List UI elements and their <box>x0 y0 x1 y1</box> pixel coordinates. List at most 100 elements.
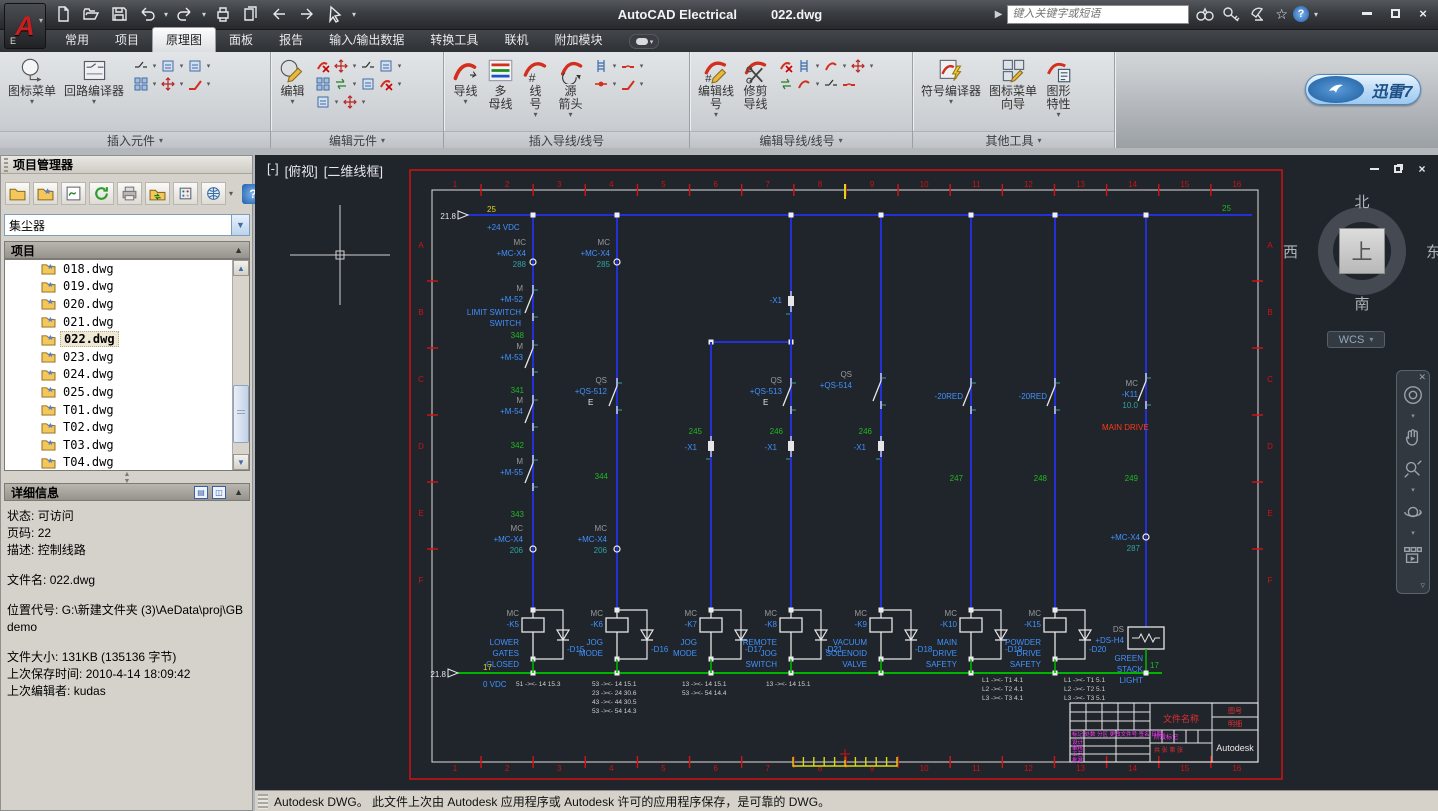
tab-conversion-tools[interactable]: 转换工具 <box>417 28 491 52</box>
dot-tee-marker-icon[interactable] <box>592 75 610 92</box>
tab-project[interactable]: 项目 <box>102 28 152 52</box>
insert-ladder-icon[interactable] <box>592 57 610 74</box>
wire-number-button[interactable]: 线 号▾ <box>519 55 552 121</box>
steering-wheel-icon[interactable] <box>1401 383 1425 407</box>
tab-schematic[interactable]: 原理图 <box>152 27 216 52</box>
undo-button[interactable] <box>136 4 158 24</box>
panel-title-insert-wires[interactable]: 插入导线/线号 <box>444 131 689 148</box>
navbar-close-icon[interactable]: ✕ <box>1418 372 1426 383</box>
file-item[interactable]: T03.dwg <box>19 436 232 454</box>
refresh-button[interactable] <box>89 182 114 205</box>
viewcube-west[interactable]: 西 <box>1283 241 1298 262</box>
project-combo-input[interactable] <box>5 215 231 235</box>
undo-dropdown-icon[interactable]: ▾ <box>164 10 168 19</box>
circuit-clipboard-icon[interactable] <box>159 75 177 92</box>
viewcube-top-face[interactable]: 上 <box>1339 228 1385 274</box>
doc-minimize-button[interactable] <box>1368 163 1380 175</box>
file-list-scrollbar[interactable]: ▲ ▼ <box>232 260 249 470</box>
infocenter-expand-icon[interactable]: ▶ <box>995 9 1003 20</box>
details-collapse-icon[interactable]: ▲ <box>234 487 243 497</box>
panel-title-edit-wires[interactable]: 编辑导线/线号▾ <box>690 131 912 148</box>
update-swap-icon[interactable] <box>332 75 350 92</box>
viewport-menu-control[interactable]: [-] <box>267 161 279 180</box>
edit-component-button[interactable]: 编辑▾ <box>276 55 309 108</box>
file-item[interactable]: 020.dwg <box>19 295 232 313</box>
add-rung-icon[interactable] <box>795 57 813 74</box>
drawing-canvas-area[interactable]: 1122334455667788991010111112121313141415… <box>255 155 1438 790</box>
sheet-set-button[interactable] <box>240 4 262 24</box>
palette-splitter[interactable]: ▲▼ <box>1 473 254 482</box>
insert-catalog-list-icon[interactable] <box>186 57 204 74</box>
tab-panel[interactable]: 面板 <box>216 28 266 52</box>
search-input[interactable] <box>1007 5 1189 24</box>
toolbar-options-icon[interactable]: ▾ <box>352 10 356 19</box>
favorites-icon[interactable]: ☆ <box>1275 6 1288 23</box>
pan-icon[interactable] <box>1401 426 1425 450</box>
express-cloud-icon[interactable]: ▾ <box>629 34 659 49</box>
wire-color-icon[interactable] <box>840 75 858 92</box>
save-button[interactable] <box>108 4 130 24</box>
redo-dropdown-icon[interactable]: ▾ <box>202 10 206 19</box>
orbit-icon[interactable] <box>1401 500 1425 524</box>
stretch-wire-icon[interactable] <box>822 57 840 74</box>
application-menu-button[interactable]: A E ▾ <box>4 3 46 49</box>
file-item[interactable]: T01.dwg <box>19 401 232 419</box>
panel-title-other-tools[interactable]: 其他工具▾ <box>913 131 1114 148</box>
edit-wire-number-button[interactable]: 编辑线 号▾ <box>695 55 737 121</box>
visual-style-control[interactable]: [二维线框] <box>324 161 383 180</box>
wire-type-icon[interactable] <box>822 75 840 92</box>
panel-title-insert-components[interactable]: 插入元件▾ <box>0 131 270 148</box>
project-wizard-button[interactable] <box>61 182 86 205</box>
open-project-button[interactable] <box>5 182 30 205</box>
file-item[interactable]: 024.dwg <box>19 366 232 384</box>
plot-project-button[interactable] <box>117 182 142 205</box>
file-item[interactable]: 019.dwg <box>19 278 232 296</box>
redo-button[interactable] <box>174 4 196 24</box>
maximize-button[interactable] <box>1386 6 1404 21</box>
icon-menu-button[interactable]: 图标菜单▾ <box>5 55 59 108</box>
details-preview-icon[interactable]: ◫ <box>212 486 226 499</box>
search-icon[interactable] <box>1194 4 1216 24</box>
tab-addins[interactable]: 附加模块 <box>541 28 615 52</box>
insert-panel-list-icon[interactable] <box>159 57 177 74</box>
wcs-dropdown[interactable]: WCS▾ <box>1327 331 1385 348</box>
viewcube-east[interactable]: 东 <box>1426 241 1438 262</box>
forward-button[interactable] <box>296 4 318 24</box>
publish-dropdown-icon[interactable]: ▾ <box>229 189 233 198</box>
retag-icon[interactable] <box>359 75 377 92</box>
new-button[interactable] <box>52 4 74 24</box>
mark-verify-button[interactable] <box>173 182 198 205</box>
details-section-header[interactable]: 详细信息 ▤ ◫ ▲ <box>4 483 250 501</box>
icon-menu-wizard-button[interactable]: 图标菜单 向导 <box>986 55 1040 113</box>
help-dropdown-icon[interactable]: ▾ <box>1314 10 1318 19</box>
symbol-builder-button[interactable]: 符号编译器▾ <box>918 55 984 108</box>
palette-grip[interactable] <box>4 158 8 172</box>
file-item[interactable]: 025.dwg <box>19 383 232 401</box>
orbit-dropdown-icon[interactable]: ▾ <box>1411 531 1415 536</box>
doc-close-button[interactable]: × <box>1416 163 1428 175</box>
palette-title[interactable]: 项目管理器 <box>1 156 252 174</box>
view-control[interactable]: [俯视] <box>285 161 318 180</box>
navbar-menu-icon[interactable]: ▿ <box>1420 580 1425 591</box>
trim-wire-button[interactable]: 修剪 导线 <box>739 55 772 113</box>
back-button[interactable] <box>268 4 290 24</box>
circuit-builder-button[interactable]: 回路编译器▾ <box>61 55 127 108</box>
file-item[interactable]: 023.dwg <box>19 348 232 366</box>
viewcube[interactable]: 北 南 西 东 上 <box>1297 193 1427 323</box>
move-component-icon[interactable] <box>341 93 359 110</box>
project-combo-dropdown-icon[interactable]: ▼ <box>231 215 249 235</box>
copy-component-icon[interactable] <box>314 75 332 92</box>
file-item[interactable]: 021.dwg <box>19 313 232 331</box>
align-icon[interactable] <box>359 57 377 74</box>
tab-import-export[interactable]: 输入/输出数据 <box>316 28 417 52</box>
multiple-bus-button[interactable]: 多 母线 <box>484 55 517 113</box>
wheel-dropdown-icon[interactable]: ▾ <box>1411 414 1415 419</box>
doc-restore-button[interactable] <box>1392 163 1404 175</box>
swap-wire-number-icon[interactable] <box>777 75 795 92</box>
help-icon[interactable]: ? <box>1293 6 1309 22</box>
new-drawing-button[interactable] <box>33 182 58 205</box>
collapse-icon[interactable]: ▲ <box>234 245 243 255</box>
source-arrow-button[interactable]: 源 箭头▾ <box>554 55 587 121</box>
toggle-nonc-icon[interactable] <box>377 75 395 92</box>
zoom-icon[interactable] <box>1401 457 1425 481</box>
